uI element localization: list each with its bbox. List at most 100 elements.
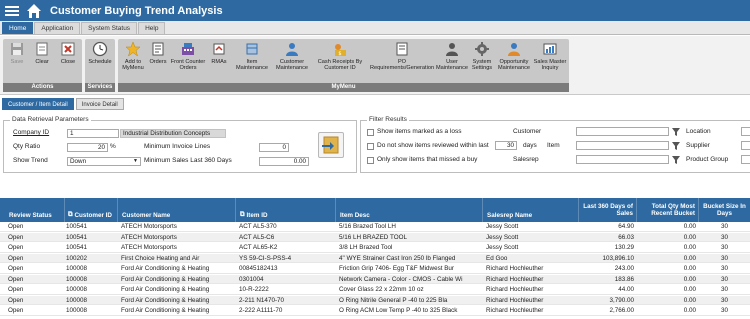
customer-name-cell: Ford Air Conditioning & Heating xyxy=(121,307,210,314)
item-maintenance-button[interactable]: Item Maintenance xyxy=(232,41,272,72)
salesrep-name-cell: Jessy Scott xyxy=(486,223,519,230)
front-counter-orders-button[interactable]: Front Counter Orders xyxy=(170,41,206,72)
col-customer-id[interactable]: ⧉ Customer ID xyxy=(65,198,118,222)
col-customer-name[interactable]: Customer Name xyxy=(118,198,236,222)
col-last-360-days-sales[interactable]: Last 360 Days of Sales xyxy=(579,198,637,222)
parameters-legend: Data Retrieval Parameters xyxy=(10,116,91,123)
save-button[interactable]: Save xyxy=(6,41,28,65)
close-icon xyxy=(60,41,76,57)
hamburger-menu-icon[interactable] xyxy=(4,4,20,18)
register-icon xyxy=(180,41,196,57)
tab-help[interactable]: Help xyxy=(138,22,166,34)
cash-icon: $ xyxy=(332,41,348,57)
tab-customer-item-detail[interactable]: Customer / Item Detail xyxy=(2,98,74,110)
col-item-desc[interactable]: Item Desc xyxy=(336,198,483,222)
salesrep-filter-icon[interactable] xyxy=(672,156,680,164)
home-icon[interactable] xyxy=(26,3,42,19)
retrieve-icon xyxy=(322,136,339,154)
schedule-button[interactable]: Schedule xyxy=(87,41,113,65)
salesrep-name-cell: Richard Hochleuther xyxy=(486,307,544,314)
tab-application[interactable]: Application xyxy=(34,22,81,34)
item-filter-icon[interactable] xyxy=(672,142,680,150)
table-row[interactable]: Open 100008 Ford Air Conditioning & Heatin… xyxy=(0,295,750,305)
tab-home[interactable]: Home xyxy=(2,22,34,34)
show-trend-select[interactable]: Down ▼ xyxy=(67,157,141,166)
customer-id-cell: 100008 xyxy=(66,296,88,304)
recent-qty-cell: 0.00 xyxy=(683,254,696,262)
min-invoice-lines-input[interactable]: 0 xyxy=(259,143,289,152)
table-row[interactable]: Open 100541 ATECH Motorsports ACT AL5-370 5/… xyxy=(0,222,750,232)
clear-button[interactable]: Clear xyxy=(31,41,53,65)
review-status-cell: Open xyxy=(8,265,24,272)
company-id-input[interactable]: 1 xyxy=(67,129,119,138)
loss-checkbox[interactable] xyxy=(367,129,374,136)
col-total-qty-recent-bucket[interactable]: Total Qty Most Recent Bucket xyxy=(637,198,699,222)
rmas-button[interactable]: RMAs xyxy=(208,41,230,65)
opportunity-maintenance-button[interactable]: Opportunity Maintenance xyxy=(497,41,531,72)
review-status-cell: Open xyxy=(8,275,24,283)
min-sales-input[interactable]: 0.00 xyxy=(259,157,309,166)
col-salesrep-name[interactable]: Salesrep Name xyxy=(483,198,579,222)
clock-icon xyxy=(92,41,108,57)
bucket-size-cell: 30 xyxy=(720,265,728,272)
add-to-mymenu-button[interactable]: Add to MyMenu xyxy=(119,41,147,72)
item-desc-cell: 4" WYE Strainer Cast Iron 250 lb Flanged xyxy=(339,254,456,262)
bucket-size-cell: 30 xyxy=(720,307,728,314)
actions-group: Save Clear Close Actions xyxy=(3,39,82,92)
tab-system-status[interactable]: System Status xyxy=(81,22,138,34)
customer-name-cell: ATECH Motorsports xyxy=(121,223,177,230)
tab-invoice-detail[interactable]: Invoice Detail xyxy=(75,98,124,110)
customer-name-cell: Ford Air Conditioning & Heating xyxy=(121,265,210,272)
company-id-label[interactable]: Company ID xyxy=(13,129,49,136)
col-bucket-size[interactable]: Bucket Size In Days xyxy=(699,198,750,222)
grid-header: Review Status ⧉ Customer ID Customer Name… xyxy=(0,198,750,222)
qty-ratio-input[interactable]: 20 xyxy=(67,143,108,152)
detail-tabs: Customer / Item Detail Invoice Detail xyxy=(0,98,750,111)
customer-filter-input[interactable] xyxy=(576,127,669,136)
cash-receipts-button[interactable]: $ Cash Receipts By Customer ID xyxy=(312,41,368,72)
app-title: Customer Buying Trend Analysis xyxy=(50,4,223,17)
orders-button[interactable]: Orders xyxy=(148,41,168,65)
sales-master-inquiry-button[interactable]: Sales Master Inquiry xyxy=(533,41,567,72)
col-review-status[interactable]: Review Status xyxy=(0,198,65,222)
table-row[interactable]: Open 100008 Ford Air Conditioning & Heatin… xyxy=(0,285,750,295)
sales-icon xyxy=(542,41,558,57)
not-reviewed-days-input[interactable]: 30 xyxy=(495,141,517,150)
filter-legend: Filter Results xyxy=(367,116,409,123)
table-row[interactable]: Open 100008 Ford Air Conditioning & Heatin… xyxy=(0,274,750,284)
customer-id-cell: 100202 xyxy=(66,254,88,262)
min-sales-label: Minimum Sales Last 360 Days xyxy=(144,157,232,164)
svg-text:$: $ xyxy=(338,51,341,57)
retrieve-button[interactable] xyxy=(318,132,344,158)
location-filter-input[interactable] xyxy=(741,127,750,136)
item-filter-input[interactable] xyxy=(576,141,669,150)
item-desc-cell: Cover Glass 22 x 22mm 10 oz xyxy=(339,286,424,293)
review-status-cell: Open xyxy=(8,223,24,230)
supplier-filter-input[interactable] xyxy=(741,141,750,150)
col-item-id[interactable]: ⧉ Item ID xyxy=(236,198,336,222)
salesrep-filter-input[interactable] xyxy=(576,155,669,164)
not-reviewed-checkbox[interactable] xyxy=(367,143,374,150)
user-maintenance-button[interactable]: User Maintenance xyxy=(436,41,468,72)
services-group: Schedule Services xyxy=(85,39,115,92)
po-requirements-button[interactable]: PO Requirements/Generation xyxy=(370,41,434,72)
close-button[interactable]: Close xyxy=(56,41,80,65)
salesrep-name-cell: Jessy Scott xyxy=(486,244,519,251)
product-group-filter-input[interactable] xyxy=(741,155,750,164)
table-row[interactable]: Open 100541 ATECH Motorsports ACT AL5-C6 5/1… xyxy=(0,232,750,242)
days-label: days xyxy=(523,142,537,149)
table-row[interactable]: Open 100541 ATECH Motorsports ACT AL65-K2 3/… xyxy=(0,243,750,253)
missed-buy-checkbox[interactable] xyxy=(367,157,374,164)
customer-filter-icon[interactable] xyxy=(672,128,680,136)
customer-name-cell: Ford Air Conditioning & Heating xyxy=(121,275,210,283)
table-row[interactable]: Open 100008 Ford Air Conditioning & Heatin… xyxy=(0,264,750,274)
item-desc-cell: O Ring ACM Low Temp P -40 to 325 Black xyxy=(339,307,458,314)
loss-label: Show items marked as a loss xyxy=(377,128,462,135)
system-settings-button[interactable]: System Settings xyxy=(469,41,495,72)
customer-maintenance-button[interactable]: Customer Maintenance xyxy=(274,41,310,72)
recent-qty-cell: 0.00 xyxy=(683,265,696,272)
salesrep-name-cell: Richard Hochleuther xyxy=(486,296,544,304)
table-row[interactable]: Open 100202 First Choice Heating and Air YS… xyxy=(0,253,750,263)
table-row[interactable]: Open 100008 Ford Air Conditioning & Heatin… xyxy=(0,306,750,316)
customer-id-cell: 100008 xyxy=(66,275,88,283)
